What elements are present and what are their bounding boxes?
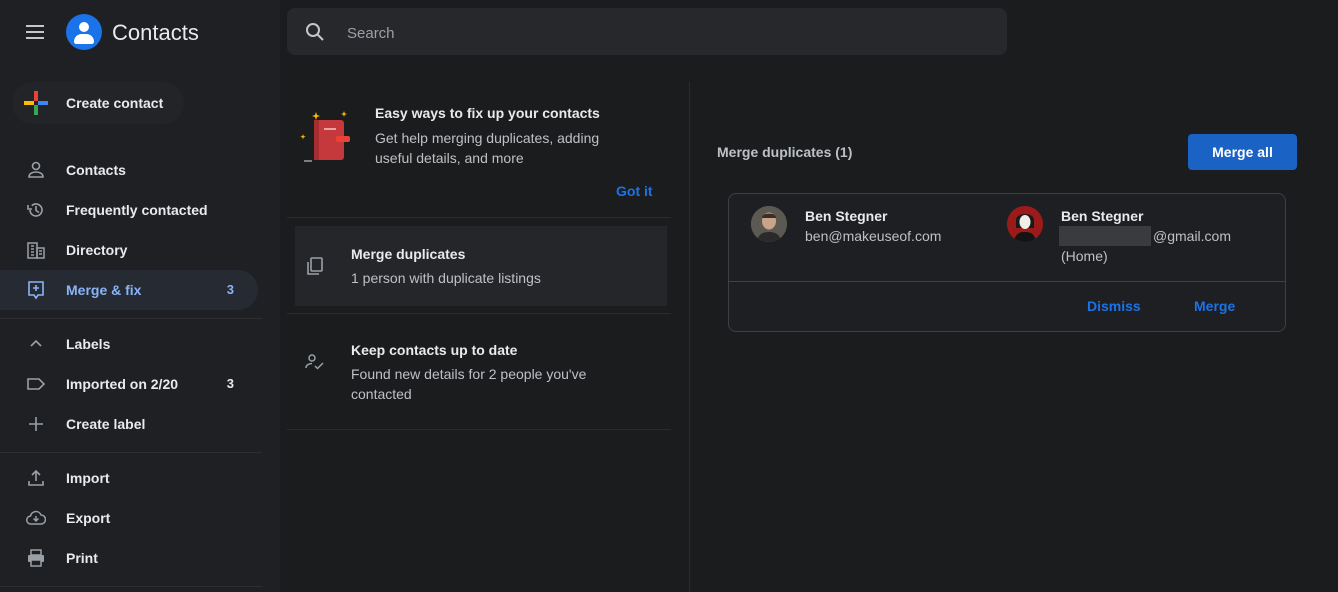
- upload-icon: [28, 469, 44, 486]
- person-icon: [28, 161, 44, 178]
- card-divider: [287, 429, 671, 430]
- contacts-logo-icon: [66, 14, 102, 50]
- search-bar[interactable]: [287, 8, 1007, 55]
- merge-fix-icon: [28, 281, 44, 300]
- main-menu-icon[interactable]: [24, 22, 46, 42]
- sidebar-item-import[interactable]: Import: [0, 458, 258, 498]
- sidebar-item-frequently-contacted[interactable]: Frequently contacted: [0, 190, 258, 230]
- card-description: Found new details for 2 people you've co…: [351, 366, 587, 402]
- download-cloud-icon: [26, 510, 46, 525]
- sidebar-item-contacts[interactable]: Contacts: [0, 150, 258, 190]
- sidebar-item-label: Contacts: [66, 162, 126, 178]
- notebook-illustration-icon: [300, 111, 350, 162]
- sidebar-divider: [0, 586, 262, 587]
- sidebar-item-print[interactable]: Print: [0, 538, 258, 578]
- merge-all-button[interactable]: Merge all: [1188, 134, 1297, 170]
- duplicate-card: Ben Stegner ben@makeuseof.com Ben Stegne…: [728, 193, 1286, 332]
- create-contact-button[interactable]: Create contact: [12, 82, 184, 124]
- contact-email-type: (Home): [1061, 248, 1108, 264]
- panel-divider: [689, 82, 690, 592]
- redacted-email-block: [1059, 226, 1151, 246]
- card-divider: [287, 313, 671, 314]
- keep-up-to-date-card[interactable]: Keep contacts up to date Found new detai…: [295, 322, 667, 422]
- tip-divider: [287, 217, 671, 218]
- sidebar-item-label: Frequently contacted: [66, 202, 208, 218]
- sidebar-item-label: Merge & fix: [66, 282, 142, 298]
- sidebar-item-count: 3: [226, 282, 234, 297]
- create-label-button[interactable]: Create label: [0, 404, 258, 444]
- chevron-up-icon: [30, 339, 42, 347]
- card-title: Keep contacts up to date: [351, 342, 518, 358]
- contact-name: Ben Stegner: [805, 208, 888, 224]
- avatar: [751, 206, 787, 242]
- sidebar-divider: [0, 318, 262, 319]
- app-title: Contacts: [112, 20, 199, 45]
- card-description: 1 person with duplicate listings: [351, 270, 541, 286]
- contact-email: @gmail.com: [1153, 228, 1232, 244]
- sidebar: Contacts Create contact Contacts Frequen…: [0, 0, 280, 592]
- sidebar-item-label: Import: [66, 470, 110, 486]
- sidebar-item-label: Directory: [66, 242, 128, 258]
- sidebar-item-label: Print: [66, 550, 98, 566]
- card-title: Merge duplicates: [351, 246, 466, 262]
- copy-icon: [307, 257, 323, 275]
- merge-duplicates-card[interactable]: Merge duplicates 1 person with duplicate…: [295, 226, 667, 306]
- person-check-icon: [305, 354, 324, 370]
- got-it-link[interactable]: Got it: [616, 183, 653, 199]
- labels-header[interactable]: Labels: [0, 324, 258, 364]
- plus-icon: [29, 417, 43, 431]
- create-label-text: Create label: [66, 416, 146, 432]
- sidebar-item-export[interactable]: Export: [0, 498, 258, 538]
- sidebar-divider: [0, 452, 262, 453]
- contact-name: Ben Stegner: [1061, 208, 1144, 224]
- history-icon: [27, 203, 43, 217]
- search-icon[interactable]: [305, 22, 325, 42]
- plus-color-icon: [24, 91, 48, 115]
- building-icon: [27, 242, 45, 259]
- avatar: [1007, 206, 1043, 242]
- tip-title: Easy ways to fix up your contacts: [375, 105, 600, 121]
- search-input[interactable]: [345, 20, 949, 46]
- merge-duplicates-header: Merge duplicates (1): [717, 144, 853, 160]
- labels-header-label: Labels: [66, 336, 111, 352]
- printer-icon: [28, 549, 44, 567]
- sidebar-item-label: Imported on 2/20: [66, 376, 179, 392]
- sidebar-item-directory[interactable]: Directory: [0, 230, 258, 270]
- merge-button[interactable]: Merge: [1194, 298, 1235, 314]
- sidebar-item-label-imported[interactable]: Imported on 2/20 3: [0, 364, 258, 404]
- contact-email: ben@makeuseof.com: [805, 228, 942, 244]
- dismiss-button[interactable]: Dismiss: [1087, 298, 1141, 314]
- create-contact-label: Create contact: [66, 95, 164, 111]
- sidebar-item-count: 3: [226, 376, 234, 391]
- tip-description: Get help merging duplicates, adding usef…: [375, 130, 600, 166]
- sidebar-item-merge-fix[interactable]: Merge & fix 3: [0, 270, 258, 310]
- label-icon: [27, 378, 46, 390]
- card-divider: [729, 281, 1285, 282]
- sidebar-item-label: Export: [66, 510, 111, 526]
